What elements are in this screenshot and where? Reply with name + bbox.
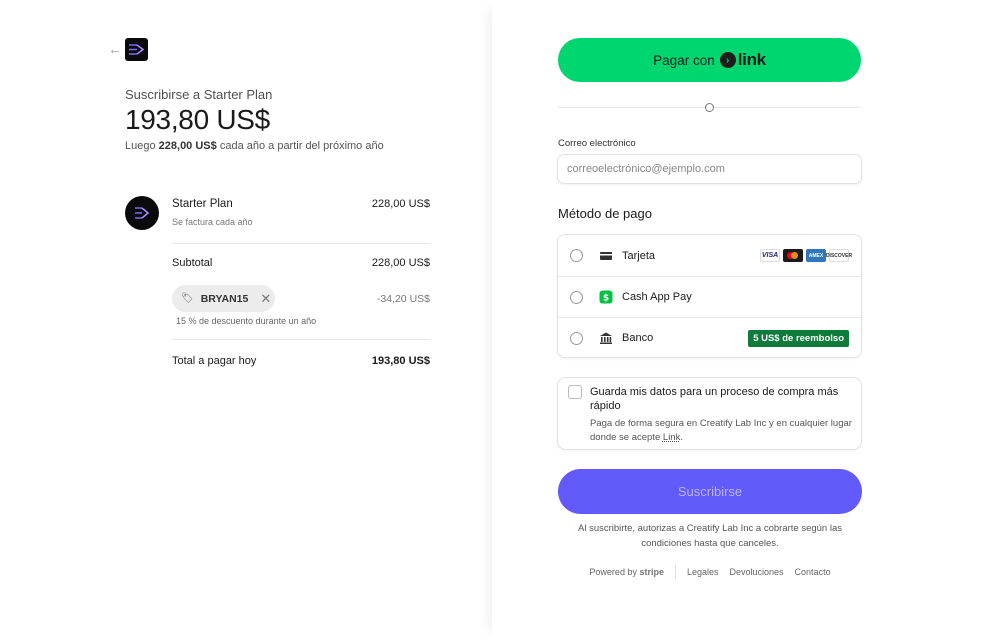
email-label: Correo electrónico <box>558 138 636 149</box>
radio-card[interactable] <box>570 249 583 262</box>
save-info-box: Guarda mis datos para un proceso de comp… <box>557 377 862 450</box>
email-input[interactable] <box>557 154 862 184</box>
radio-cash-app[interactable] <box>570 290 583 304</box>
promo-description: 15 % de descuento durante un año <box>176 316 317 326</box>
terms-text: Al suscribirte, autorizas a Creatify Lab… <box>577 523 842 549</box>
pay-with-label: Pagar con <box>653 52 715 68</box>
subscribe-title: Suscribirse a Starter Plan <box>125 87 273 102</box>
powered-by-label: Powered by <box>589 567 637 577</box>
radio-bank[interactable] <box>570 331 583 345</box>
plan-billing: Se factura cada año <box>172 217 253 227</box>
card-brand-logos: VISA AMEX DISCOVER <box>760 249 852 262</box>
link-brand: link <box>737 50 766 69</box>
tag-icon: 🏷 <box>181 293 194 304</box>
renewal-note: Luego 228,00 US$ cada año a partir del p… <box>125 140 384 152</box>
chevron-right-icon: › <box>719 52 736 68</box>
renewal-note-prefix: Luego <box>125 140 156 152</box>
svg-text:$: $ <box>603 294 609 304</box>
subscribe-button[interactable]: Suscribirse <box>558 469 862 514</box>
renewal-note-suffix: cada año a partir del próximo año <box>219 140 384 152</box>
pay-with-link-button[interactable]: Pagar con › link <box>558 38 861 82</box>
cash-app-icon: $ <box>599 290 613 304</box>
save-info-checkbox[interactable] <box>568 385 582 399</box>
plan-name: Starter Plan <box>172 198 233 210</box>
save-desc-text: Paga de forma segura en Creatify Lab Inc… <box>590 418 852 443</box>
total-value: 193,80 US$ <box>371 355 430 367</box>
payment-method-card[interactable]: Tarjeta VISA AMEX DISCOVER <box>558 235 861 276</box>
link-logo: › link <box>719 50 766 70</box>
divider <box>172 339 430 340</box>
stripe-brand: stripe <box>639 567 664 577</box>
discover-logo-icon: DISCOVER <box>826 249 852 262</box>
remove-promo-icon[interactable]: ✕ <box>260 291 271 307</box>
payment-method-bank[interactable]: Banco 5 US$ de reembolso <box>558 317 861 357</box>
total-label: Total a pagar hoy <box>172 355 257 367</box>
save-info-description: Paga de forma segura en Creatify Lab Inc… <box>590 417 855 445</box>
card-icon <box>600 251 612 260</box>
subtotal-value: 228,00 US$ <box>371 257 430 269</box>
footer-link-contact[interactable]: Contacto <box>795 567 831 577</box>
promo-code: BRYAN15 <box>200 292 249 305</box>
payment-method-title: Método de pago <box>558 206 652 221</box>
payment-methods-list: Tarjeta VISA AMEX DISCOVER $ Cash App Pa… <box>557 234 862 358</box>
payment-method-cash-app[interactable]: $ Cash App Pay <box>558 276 861 317</box>
save-info-title: Guarda mis datos para un proceso de comp… <box>590 386 839 412</box>
amex-logo-icon: AMEX <box>806 249 826 262</box>
divider <box>172 243 430 244</box>
discount-value: -34,20 US$ <box>376 293 430 305</box>
plan-icon <box>125 196 159 230</box>
footer-separator <box>674 565 676 579</box>
footer-link-refunds[interactable]: Devoluciones <box>730 567 784 577</box>
subtotal-label: Subtotal <box>172 257 213 269</box>
total-price-heading: 193,80 US$ <box>125 104 270 135</box>
back-arrow-icon[interactable]: ← <box>108 42 122 56</box>
renewal-note-amount: 228,00 US$ <box>158 140 217 152</box>
bank-icon <box>600 332 612 344</box>
method-label-card: Tarjeta <box>622 249 656 262</box>
order-summary-panel: ← Suscribirse a Starter Plan 193,80 US$ … <box>0 0 492 641</box>
visa-logo-icon: VISA <box>760 249 780 262</box>
merchant-logo <box>125 38 148 61</box>
save-desc-suffix: . <box>680 432 683 443</box>
cashback-badge: 5 US$ de reembolso <box>748 329 849 347</box>
link-info-link[interactable]: Link <box>663 432 680 443</box>
method-label-bank: Banco <box>622 332 654 344</box>
method-label-cash-app: Cash App Pay <box>622 291 692 303</box>
footer: Powered by stripe Legales Devoluciones C… <box>558 565 862 579</box>
powered-by-stripe[interactable]: Powered by stripe <box>589 567 664 577</box>
mastercard-logo-icon <box>783 249 803 262</box>
footer-link-legal[interactable]: Legales <box>687 567 719 577</box>
promo-code-chip[interactable]: 🏷 BRYAN15 ✕ <box>172 285 275 312</box>
separator-dot <box>705 103 714 112</box>
plan-price: 228,00 US$ <box>371 198 430 210</box>
